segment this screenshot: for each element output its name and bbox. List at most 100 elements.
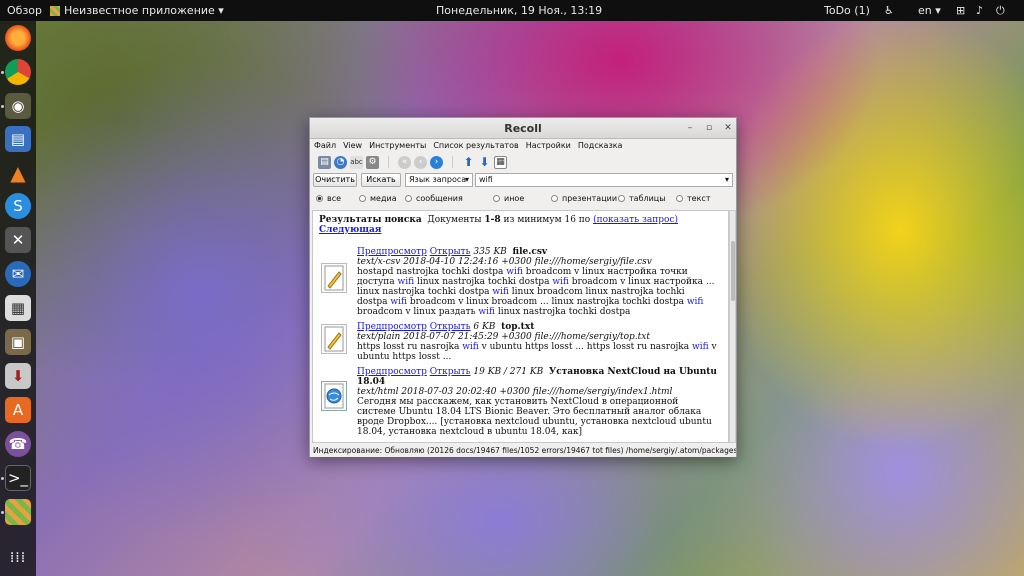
status-bar: Индексирование: Обновляю (20126 docs/194… <box>310 445 736 457</box>
filter-messages[interactable]: сообщения <box>405 194 463 203</box>
activities-button[interactable]: Обзор <box>7 4 42 17</box>
next-page-icon[interactable]: › <box>430 155 443 169</box>
results-range: 1-8 <box>484 215 501 225</box>
toolbar-separator <box>388 156 389 168</box>
simplenote-icon[interactable]: S <box>5 193 31 219</box>
running-indicator <box>1 105 4 108</box>
thunderbird-icon[interactable]: ✉ <box>5 261 31 287</box>
firefox-icon[interactable] <box>5 25 31 51</box>
filter-media[interactable]: медиа <box>359 194 397 203</box>
filter-text[interactable]: текст <box>676 194 710 203</box>
preview-link[interactable]: Предпросмотр <box>357 322 427 332</box>
result-snippet: Сегодня мы расскажем, как установить Nex… <box>357 397 712 437</box>
volume-icon[interactable]: ♪ <box>976 4 983 17</box>
search-button[interactable]: Искать <box>361 173 401 187</box>
running-indicator <box>1 511 4 514</box>
show-apps-icon[interactable]: ⁞⁞⁞ <box>5 545 31 571</box>
open-link[interactable]: Открыть <box>430 322 471 332</box>
minimize-icon[interactable]: – <box>683 121 697 135</box>
preview-link[interactable]: Предпросмотр <box>357 247 427 257</box>
filter-label: иное <box>504 194 525 203</box>
app-menu[interactable]: Неизвестное приложение ▾ <box>50 4 224 17</box>
result-meta: text/plain 2018-07-07 21:45:29 +0300 fil… <box>357 332 650 342</box>
dock: ◉ ▤ ▲ S ✕ ✉ ▦ ▣ ⬇ A ☎ >_ ⁞⁞⁞ <box>0 21 36 576</box>
tools-icon[interactable]: ✕ <box>5 227 31 253</box>
document-icon <box>321 263 347 293</box>
results-list[interactable]: Результаты поиска Документы 1-8 из миним… <box>312 210 729 443</box>
spelling-icon[interactable]: abc <box>350 155 363 169</box>
result-filename: top.txt <box>501 322 535 332</box>
filter-label: текст <box>687 194 711 203</box>
open-link[interactable]: Открыть <box>430 367 471 377</box>
table-view-icon[interactable]: ▦ <box>494 155 507 169</box>
disk-icon[interactable]: ◉ <box>5 93 31 119</box>
next-page-link[interactable]: Следующая <box>319 225 381 235</box>
software-center-icon[interactable]: A <box>5 397 31 423</box>
filter-spreadsheets[interactable]: таблицы <box>618 194 666 203</box>
document-icon-graphic <box>324 326 344 352</box>
clock[interactable]: Понедельник, 19 Ноя., 13:19 <box>436 4 602 17</box>
maximize-icon[interactable]: ▫ <box>702 121 716 135</box>
viber-icon[interactable]: ☎ <box>5 431 31 457</box>
previous-page-icon[interactable]: ‹ <box>414 155 427 169</box>
clear-button[interactable]: Очистить <box>313 173 357 187</box>
menu-preferences[interactable]: Настройки <box>526 141 571 150</box>
radio-icon <box>676 195 683 202</box>
first-page-icon[interactable]: « <box>398 155 411 169</box>
accessibility-icon[interactable]: ♿ <box>884 4 904 17</box>
scrollbar-thumb[interactable] <box>731 241 735 301</box>
show-query-link[interactable]: (показать запрос) <box>593 215 678 225</box>
index-config-icon[interactable]: ⚙ <box>366 155 379 169</box>
vlc-icon[interactable]: ▲ <box>5 160 31 186</box>
result-filename: file.csv <box>512 247 548 257</box>
preview-link[interactable]: Предпросмотр <box>357 367 427 377</box>
query-language-value: Язык запроса <box>409 175 467 184</box>
document-icon-graphic <box>324 265 344 291</box>
language-indicator[interactable]: en ▾ <box>918 4 941 17</box>
history-icon[interactable]: ▤ <box>318 155 331 169</box>
filter-presentations[interactable]: презентации <box>551 194 617 203</box>
result-size: 335 KB <box>473 247 507 257</box>
installer-icon[interactable]: ⬇ <box>5 363 31 389</box>
query-language-select[interactable]: Язык запроса ▾ <box>405 173 473 187</box>
filter-other[interactable]: иное <box>493 194 524 203</box>
menu-file[interactable]: Файл <box>314 141 336 150</box>
filter-label: таблицы <box>629 194 666 203</box>
chrome-icon[interactable] <box>5 59 31 85</box>
filter-label: все <box>327 194 342 203</box>
files-icon[interactable]: ▤ <box>5 126 31 152</box>
close-icon[interactable]: ✕ <box>721 121 735 135</box>
results-header: Результаты поиска Документы 1-8 из миним… <box>319 215 719 235</box>
menu-help[interactable]: Подсказка <box>578 141 623 150</box>
chevron-down-icon: ▾ <box>724 175 729 184</box>
open-link[interactable]: Открыть <box>430 247 471 257</box>
filter-all[interactable]: все <box>316 194 341 203</box>
photos-icon[interactable]: ▣ <box>5 329 31 355</box>
power-icon[interactable]: ⏻ <box>996 4 1005 18</box>
network-icon[interactable]: ⊞ <box>956 4 965 17</box>
filter-label: презентации <box>562 194 618 203</box>
terminal-icon[interactable]: >_ <box>5 465 31 491</box>
advanced-search-icon[interactable]: ◔ <box>334 155 347 169</box>
document-icon <box>321 324 347 354</box>
category-filters: все медиа сообщения иное презентации таб… <box>310 194 736 206</box>
search-input[interactable]: wifi ▾ <box>475 173 733 187</box>
filter-label: медиа <box>370 194 397 203</box>
search-query: wifi <box>479 175 493 184</box>
sort-up-icon[interactable]: ⬆ <box>462 155 475 169</box>
chevron-down-icon: ▾ <box>464 175 469 184</box>
results-scrollbar[interactable] <box>729 210 736 443</box>
radio-icon <box>359 195 366 202</box>
top-bar: Обзор Неизвестное приложение ▾ Понедельн… <box>0 0 1024 21</box>
result-body: Предпросмотр Открыть 6 KB top.txt text/p… <box>357 322 717 362</box>
document-icon <box>321 381 347 411</box>
menu-results[interactable]: Список результатов <box>433 141 518 150</box>
todo-indicator[interactable]: ToDo (1) <box>824 4 870 17</box>
menu-tools[interactable]: Инструменты <box>369 141 426 150</box>
window-title: Recoll <box>504 122 542 135</box>
title-bar[interactable]: Recoll – ▫ ✕ <box>310 118 736 139</box>
sort-down-icon[interactable]: ⬇ <box>478 155 491 169</box>
recoll-icon[interactable] <box>5 499 31 525</box>
menu-view[interactable]: View <box>343 141 362 150</box>
calculator-icon[interactable]: ▦ <box>5 295 31 321</box>
